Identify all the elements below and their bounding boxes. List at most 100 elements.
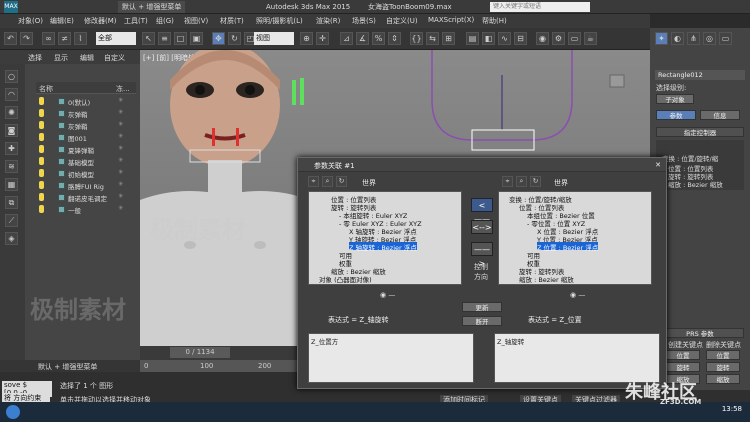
snowflake-icon[interactable]: ✳ bbox=[118, 120, 123, 128]
light-bulb-icon[interactable] bbox=[39, 145, 44, 153]
filter-helpers-icon[interactable]: ✚ bbox=[5, 142, 18, 155]
undo-icon[interactable]: ↶ bbox=[4, 32, 17, 45]
menu-group[interactable]: 组(G) bbox=[156, 16, 174, 26]
snap-icon[interactable]: ⊿ bbox=[340, 32, 353, 45]
tab-edit[interactable]: 编辑 bbox=[80, 53, 94, 63]
workspace-tab[interactable]: 默认 + 增强型菜单 bbox=[118, 1, 186, 13]
filter-geometry-icon[interactable]: ○ bbox=[5, 70, 18, 83]
list-item[interactable]: 基础模型 ✳ bbox=[36, 156, 136, 167]
tree-node[interactable]: X 位置 : Bezier 浮点 bbox=[537, 226, 598, 236]
bind-icon[interactable]: ⌇ bbox=[74, 32, 87, 45]
tree-node[interactable]: X 轴旋转 : Bezier 浮点 bbox=[349, 226, 417, 236]
list-item[interactable]: 灰弹鞘 ✳ bbox=[36, 120, 136, 131]
tree-node[interactable]: - 零位置 : 位置 XYZ bbox=[527, 218, 585, 228]
modify-tab-icon[interactable]: ◐ bbox=[671, 32, 684, 45]
search-input[interactable]: 键入关键字或短语 bbox=[490, 2, 590, 12]
menu-object[interactable]: 对象(O) bbox=[18, 16, 43, 26]
menu-tools[interactable]: 工具(T) bbox=[124, 16, 148, 26]
list-item[interactable]: 翻诺皮毛调定 ✳ bbox=[36, 192, 136, 203]
tab-select[interactable]: 选择 bbox=[28, 53, 42, 63]
light-bulb-icon[interactable] bbox=[39, 169, 44, 177]
tree-node[interactable]: 本组位置 : Bezier 位置 bbox=[527, 210, 595, 220]
expression-textarea-left[interactable]: Z_位置方 bbox=[308, 333, 474, 383]
hierarchy-tab-icon[interactable]: ⋔ bbox=[687, 32, 700, 45]
filter-shapes-icon[interactable]: ◠ bbox=[5, 88, 18, 101]
rotate-icon[interactable]: ↻ bbox=[228, 32, 241, 45]
workspace-label[interactable]: 默认 + 增强型菜单 bbox=[38, 362, 97, 372]
sub-object-button[interactable]: 子对象 bbox=[656, 94, 694, 104]
display-tab-icon[interactable]: ▭ bbox=[719, 32, 732, 45]
snowflake-icon[interactable]: ✳ bbox=[118, 168, 123, 176]
tree-node[interactable]: 权重 bbox=[339, 258, 352, 268]
find-icon[interactable]: ⌕ bbox=[322, 176, 333, 187]
layer-icon[interactable]: ▤ bbox=[466, 32, 479, 45]
select-icon[interactable]: ↖ bbox=[142, 32, 155, 45]
menu-material[interactable]: 材质(T) bbox=[220, 16, 244, 26]
tree-node[interactable]: 缩放 : Bezier 缩放 bbox=[331, 266, 386, 276]
windows-start-icon[interactable] bbox=[6, 405, 20, 419]
rect-select-icon[interactable]: □ bbox=[174, 32, 187, 45]
master-slave-radio-right[interactable]: ◉ — bbox=[570, 291, 585, 299]
render-frame-icon[interactable]: ▭ bbox=[568, 32, 581, 45]
filter-lights-icon[interactable]: ✺ bbox=[5, 106, 18, 119]
light-bulb-icon[interactable] bbox=[39, 193, 44, 201]
snowflake-icon[interactable]: ✳ bbox=[118, 132, 123, 140]
snowflake-icon[interactable]: ✳ bbox=[118, 192, 123, 200]
menu-edit[interactable]: 编辑(E) bbox=[50, 16, 74, 26]
filter-bones-icon[interactable]: ⟋ bbox=[5, 214, 18, 227]
tree-node[interactable]: Y 位置 : Bezier 浮点 bbox=[537, 234, 598, 244]
snowflake-icon[interactable]: ✳ bbox=[118, 108, 123, 116]
snowflake-icon[interactable]: ✳ bbox=[118, 156, 123, 164]
material-editor-icon[interactable]: ◉ bbox=[536, 32, 549, 45]
list-item[interactable]: 灰弹鞘 ✳ bbox=[36, 108, 136, 119]
menu-help[interactable]: 帮助(H) bbox=[482, 16, 507, 26]
tree-node[interactable]: 对象 (凸器面对像) bbox=[319, 274, 372, 284]
tree-node[interactable]: 可用 bbox=[339, 250, 352, 260]
list-item[interactable]: 图001 ✳ bbox=[36, 132, 136, 143]
close-icon[interactable]: ✕ bbox=[653, 160, 663, 170]
filter-xrefs-icon[interactable]: ⧉ bbox=[5, 196, 18, 209]
light-bulb-icon[interactable] bbox=[39, 133, 44, 141]
assign-controller-rollout[interactable]: 指定控制器 bbox=[656, 127, 744, 137]
pick-object-right-icon[interactable]: ⌖ bbox=[502, 176, 513, 187]
filter-cameras-icon[interactable]: ◙ bbox=[5, 124, 18, 137]
delete-position-key-button[interactable]: 位置 bbox=[706, 350, 740, 360]
column-frozen[interactable]: 冻... bbox=[116, 84, 130, 94]
tree-node[interactable]: 权重 bbox=[527, 258, 540, 268]
parameters-tab[interactable]: 参数 bbox=[656, 110, 696, 120]
schematic-icon[interactable]: ⊟ bbox=[514, 32, 527, 45]
redo-icon[interactable]: ↷ bbox=[20, 32, 33, 45]
selection-filter-select[interactable]: 全部 bbox=[96, 32, 136, 45]
tree-node[interactable]: 变换 : 位置/旋转/缩放 bbox=[509, 194, 572, 204]
menu-views[interactable]: 视图(V) bbox=[184, 16, 208, 26]
menu-scene[interactable]: 场景(S) bbox=[352, 16, 376, 26]
tree-node[interactable]: 旋转 : 旋转列表 bbox=[519, 266, 564, 276]
object-name-field[interactable]: Rectangle012 bbox=[655, 70, 745, 80]
spinner-snap-icon[interactable]: ⇕ bbox=[388, 32, 401, 45]
select-manipulate-icon[interactable]: ✛ bbox=[316, 32, 329, 45]
refresh-right-icon[interactable]: ↻ bbox=[530, 176, 541, 187]
create-position-key-button[interactable]: 位置 bbox=[666, 350, 700, 360]
column-name[interactable]: 名称 bbox=[39, 84, 53, 94]
snowflake-icon[interactable]: ✳ bbox=[118, 204, 123, 212]
prs-parameters-rollout[interactable]: PRS 参数 bbox=[656, 328, 744, 338]
window-crossing-icon[interactable]: ▣ bbox=[190, 32, 203, 45]
app-icon[interactable]: MAX bbox=[4, 1, 18, 13]
tree-node[interactable]: 位置 : 位置列表 bbox=[519, 202, 564, 212]
create-tab-icon[interactable]: ✦ bbox=[655, 32, 668, 45]
tree-node-selected[interactable]: Z 位置 : Bezier 浮点 bbox=[537, 242, 599, 252]
tab-display[interactable]: 显示 bbox=[54, 53, 68, 63]
dialog-title-bar[interactable]: 参数关联 #1 ✕ bbox=[298, 158, 666, 172]
link-icon[interactable]: ∞ bbox=[42, 32, 55, 45]
percent-snap-icon[interactable]: % bbox=[372, 32, 385, 45]
filter-spacewarps-icon[interactable]: ≋ bbox=[5, 160, 18, 173]
wire-left-button[interactable]: <—— bbox=[471, 198, 493, 224]
menu-modifiers[interactable]: 修改器(M) bbox=[84, 16, 117, 26]
mirror-icon[interactable]: ⇆ bbox=[426, 32, 439, 45]
menu-render[interactable]: 渲染(R) bbox=[316, 16, 340, 26]
reference-coord-select[interactable]: 视图 bbox=[254, 32, 294, 45]
wire-both-button[interactable]: <--> bbox=[471, 220, 493, 234]
snowflake-icon[interactable]: ✳ bbox=[118, 96, 123, 104]
tree-node[interactable]: 旋转 : 旋转列表 bbox=[331, 202, 376, 212]
named-selection-icon[interactable]: {} bbox=[410, 32, 423, 45]
